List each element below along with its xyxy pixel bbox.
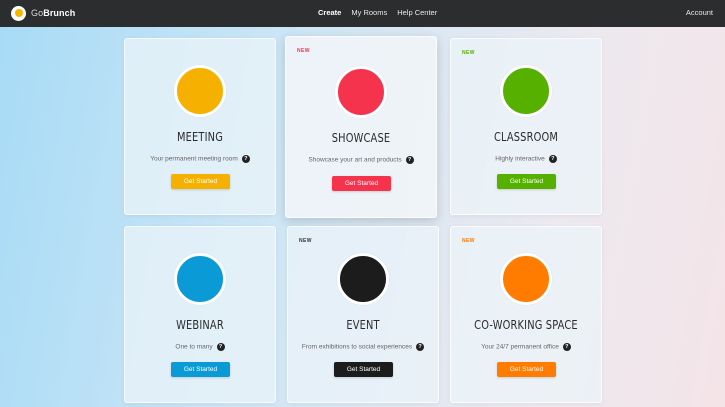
event-color-circle: [337, 253, 389, 305]
gobrunch-logo[interactable]: GoBrunch: [11, 5, 75, 21]
room-card-classroom[interactable]: NEW CLASSROOM Highly interactive? Get St…: [450, 38, 602, 215]
room-card-co-working-space[interactable]: NEW CO-WORKING SPACE Your 24/7 permanent…: [450, 226, 602, 403]
card-description: One to many?: [125, 343, 275, 351]
meeting-color-circle: [174, 65, 226, 117]
card-title: EVENT: [346, 318, 380, 332]
question-mark-icon[interactable]: ?: [241, 155, 250, 163]
card-description: Your permanent meeting room?: [125, 155, 275, 163]
room-card-meeting[interactable]: MEETING Your permanent meeting room? Get…: [124, 38, 276, 215]
card-title: WEBINAR: [176, 318, 224, 332]
card-description: From exhibitions to social experiences?: [288, 343, 438, 351]
classroom-color-circle: [500, 65, 552, 117]
main-nav: Create My Rooms Help Center: [318, 8, 447, 17]
card-title: SHOWCASE: [331, 131, 391, 145]
new-badge: NEW: [297, 48, 310, 54]
get-started-button[interactable]: Get Started: [332, 176, 391, 191]
account-link[interactable]: Account: [686, 8, 713, 17]
card-title: CLASSROOM: [493, 130, 559, 144]
card-title: MEETING: [177, 130, 223, 144]
question-mark-icon[interactable]: ?: [548, 155, 557, 163]
new-badge: NEW: [462, 50, 475, 56]
get-started-button[interactable]: Get Started: [334, 362, 393, 377]
question-mark-icon[interactable]: ?: [416, 343, 425, 351]
get-started-button[interactable]: Get Started: [497, 174, 556, 189]
egg-logo-icon: [11, 5, 26, 21]
nav-help-center-link[interactable]: Help Center: [397, 8, 437, 17]
get-started-button[interactable]: Get Started: [497, 362, 556, 377]
webinar-color-circle: [174, 253, 226, 305]
new-badge: NEW: [462, 238, 475, 244]
card-description: Your 24/7 permanent office?: [451, 343, 601, 351]
get-started-button[interactable]: Get Started: [171, 362, 230, 377]
co-working-color-circle: [500, 253, 552, 305]
room-card-event[interactable]: NEW EVENT From exhibitions to social exp…: [287, 226, 439, 403]
question-mark-icon[interactable]: ?: [405, 156, 414, 164]
card-description: Showcase your art and products?: [286, 156, 436, 164]
card-description: Highly interactive?: [451, 155, 601, 163]
nav-my-rooms-link[interactable]: My Rooms: [351, 8, 387, 17]
question-mark-icon[interactable]: ?: [216, 343, 225, 351]
showcase-color-circle: [335, 66, 387, 118]
nav-create-link[interactable]: Create: [318, 8, 341, 17]
room-card-showcase[interactable]: NEW SHOWCASE Showcase your art and produ…: [285, 36, 437, 218]
room-card-webinar[interactable]: WEBINAR One to many? Get Started: [124, 226, 276, 403]
question-mark-icon[interactable]: ?: [562, 343, 571, 351]
new-badge: NEW: [299, 238, 312, 244]
card-title: CO-WORKING SPACE: [474, 318, 578, 332]
logo-wordmark: GoBrunch: [31, 8, 76, 18]
top-navigation-bar: GoBrunch Create My Rooms Help Center Acc…: [0, 0, 725, 27]
get-started-button[interactable]: Get Started: [171, 174, 230, 189]
